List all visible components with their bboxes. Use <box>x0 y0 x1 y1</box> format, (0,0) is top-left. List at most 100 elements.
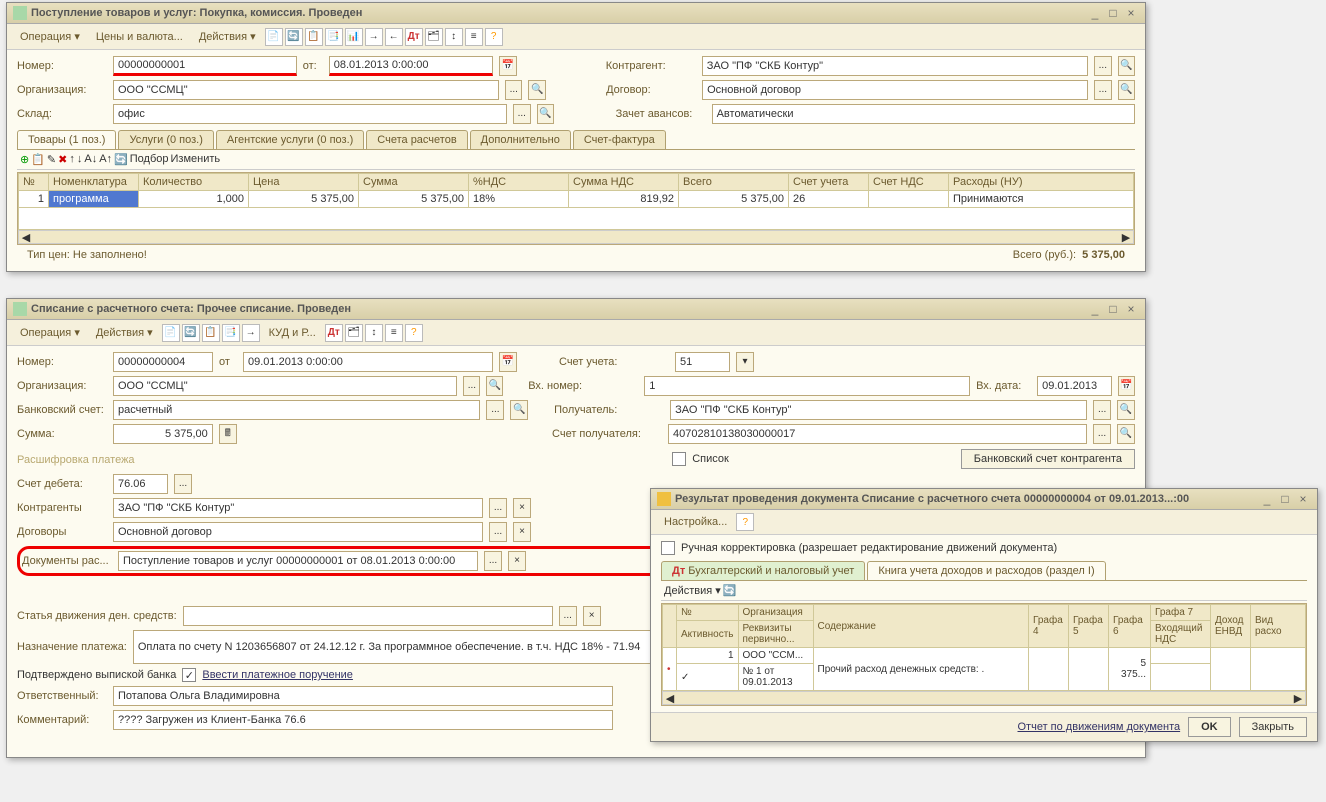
close-icon[interactable]: × <box>1123 6 1139 20</box>
ellipsis-icon[interactable]: ... <box>1094 80 1111 100</box>
dtkt-icon[interactable]: Дт <box>325 324 343 342</box>
contract-input[interactable]: Основной договор <box>113 522 483 542</box>
dropdown-icon[interactable]: ▾ <box>736 352 754 372</box>
toolbar-icon-5[interactable]: → <box>242 324 260 342</box>
docs-input[interactable]: Поступление товаров и услуг 00000000001 … <box>118 551 478 571</box>
ext-date-input[interactable]: 09.01.2013 <box>1037 376 1112 396</box>
toolbar-icon-4[interactable]: 📑 <box>325 28 343 46</box>
account-input[interactable]: 51 <box>675 352 730 372</box>
prices-button[interactable]: Цены и валюта... <box>89 28 190 46</box>
debit-input[interactable]: 76.06 <box>113 474 168 494</box>
purpose-input[interactable]: Оплата по счету N 1203656807 от 24.12.12… <box>133 630 663 664</box>
movement-input[interactable] <box>183 606 553 626</box>
manual-checkbox[interactable] <box>661 541 675 555</box>
settings-button[interactable]: Настройка... <box>657 513 734 531</box>
clear-icon[interactable]: × <box>513 498 531 518</box>
select-button[interactable]: Подбор <box>130 153 169 166</box>
toolbar-icon-4[interactable]: 📑 <box>222 324 240 342</box>
toolbar-icon-8[interactable]: ≡ <box>385 324 403 342</box>
tab-accounting[interactable]: Дт Бухгалтерский и налоговый учет <box>661 561 865 580</box>
org-input[interactable]: ООО "ССМЦ" <box>113 80 499 100</box>
tab-invoice[interactable]: Счет-фактура <box>573 130 666 149</box>
table-row[interactable]: 1 программа 1,000 5 375,00 5 375,00 18% … <box>19 191 1134 208</box>
toolbar-icon-9[interactable]: ↕ <box>445 28 463 46</box>
ellipsis-icon[interactable]: ... <box>1093 424 1111 444</box>
toolbar-icon-2[interactable]: 🔄 <box>182 324 200 342</box>
toolbar-icon-3[interactable]: 📋 <box>202 324 220 342</box>
up-icon[interactable]: ↑ <box>69 153 75 166</box>
dtkt-icon[interactable]: Дт <box>405 28 423 46</box>
minimize-icon[interactable]: _ <box>1087 6 1103 20</box>
confirmed-checkbox[interactable]: ✓ <box>182 668 196 682</box>
h-scrollbar[interactable]: ◀▶ <box>662 691 1306 705</box>
help-icon[interactable]: ? <box>736 513 754 531</box>
search-icon[interactable]: 🔍 <box>537 104 555 124</box>
toolbar-icon-1[interactable]: 📄 <box>162 324 180 342</box>
refresh-icon[interactable]: 🔄 <box>723 584 737 597</box>
comment-input[interactable]: ???? Загружен из Клиент-Банка 76.6 <box>113 710 613 730</box>
table-row[interactable]: • 1 ООО "ССМ... Прочий расход денежных с… <box>663 648 1306 664</box>
bank-acct-button[interactable]: Банковский счет контрагента <box>961 449 1135 469</box>
report-link[interactable]: Отчет по движениям документа <box>1018 721 1181 733</box>
toolbar-icon-6[interactable]: 🗂 <box>345 324 363 342</box>
search-icon[interactable]: 🔍 <box>510 400 528 420</box>
copy-icon[interactable]: 📋 <box>31 153 45 166</box>
ellipsis-icon[interactable]: ... <box>559 606 577 626</box>
sort-asc-icon[interactable]: A↓ <box>84 153 97 166</box>
ellipsis-icon[interactable]: ... <box>1093 400 1111 420</box>
list-checkbox[interactable] <box>672 452 686 466</box>
h-scrollbar[interactable]: ◀▶ <box>18 230 1134 244</box>
search-icon[interactable]: 🔍 <box>528 80 545 100</box>
clear-icon[interactable]: × <box>508 551 526 571</box>
edit-icon[interactable]: ✎ <box>47 153 56 166</box>
close-icon[interactable]: × <box>1123 302 1139 316</box>
ellipsis-icon[interactable]: ... <box>463 376 480 396</box>
result-grid[interactable]: № Организация Содержание Графа 4 Графа 5… <box>661 603 1307 706</box>
help-icon[interactable]: ? <box>405 324 423 342</box>
number-input[interactable]: 00000000001 <box>113 56 297 76</box>
toolbar-icon-8[interactable]: 🗂 <box>425 28 443 46</box>
toolbar-icon-6[interactable]: → <box>365 28 383 46</box>
refresh-icon[interactable]: 🔄 <box>114 153 128 166</box>
tab-extra[interactable]: Дополнительно <box>470 130 571 149</box>
maximize-icon[interactable]: □ <box>1277 492 1293 506</box>
operation-menu[interactable]: Операция ▾ <box>13 27 87 46</box>
ext-num-input[interactable]: 1 <box>644 376 970 396</box>
tab-goods[interactable]: Товары (1 поз.) <box>17 130 116 149</box>
calendar-icon[interactable]: 📅 <box>499 56 516 76</box>
actions-menu[interactable]: Действия ▾ <box>664 584 721 597</box>
titlebar[interactable]: Результат проведения документа Списание … <box>651 489 1317 510</box>
tab-accounts[interactable]: Счета расчетов <box>366 130 467 149</box>
minimize-icon[interactable]: _ <box>1259 492 1275 506</box>
clear-icon[interactable]: × <box>513 522 531 542</box>
toolbar-icon-5[interactable]: 📊 <box>345 28 363 46</box>
toolbar-icon-7[interactable]: ↕ <box>365 324 383 342</box>
tab-agent[interactable]: Агентские услуги (0 поз.) <box>216 130 364 149</box>
ellipsis-icon[interactable]: ... <box>174 474 192 494</box>
ellipsis-icon[interactable]: ... <box>489 522 507 542</box>
ellipsis-icon[interactable]: ... <box>505 80 522 100</box>
date-input[interactable]: 09.01.2013 0:00:00 <box>243 352 493 372</box>
minimize-icon[interactable]: _ <box>1087 302 1103 316</box>
recipient-input[interactable]: ЗАО "ПФ "СКБ Контур" <box>670 400 1087 420</box>
toolbar-icon-3[interactable]: 📋 <box>305 28 323 46</box>
advances-input[interactable]: Автоматически <box>712 104 1135 124</box>
actions-menu[interactable]: Действия ▾ <box>192 27 263 46</box>
toolbar-icon-7[interactable]: ← <box>385 28 403 46</box>
delete-icon[interactable]: ✖ <box>58 153 67 166</box>
maximize-icon[interactable]: □ <box>1105 6 1121 20</box>
ellipsis-icon[interactable]: ... <box>486 400 504 420</box>
toolbar-icon-2[interactable]: 🔄 <box>285 28 303 46</box>
search-icon[interactable]: 🔍 <box>1118 56 1135 76</box>
search-icon[interactable]: 🔍 <box>1117 400 1135 420</box>
close-icon[interactable]: × <box>1295 492 1311 506</box>
counterparty-input[interactable]: ЗАО "ПФ "СКБ Контур" <box>113 498 483 518</box>
help-icon[interactable]: ? <box>485 28 503 46</box>
number-input[interactable]: 00000000004 <box>113 352 213 372</box>
tab-services[interactable]: Услуги (0 поз.) <box>118 130 213 149</box>
date-input[interactable]: 08.01.2013 0:00:00 <box>329 56 493 76</box>
toolbar-icon-10[interactable]: ≡ <box>465 28 483 46</box>
close-button[interactable]: Закрыть <box>1239 717 1307 737</box>
enter-order-link[interactable]: Ввести платежное поручение <box>202 669 353 681</box>
contract-input[interactable]: Основной договор <box>702 80 1088 100</box>
